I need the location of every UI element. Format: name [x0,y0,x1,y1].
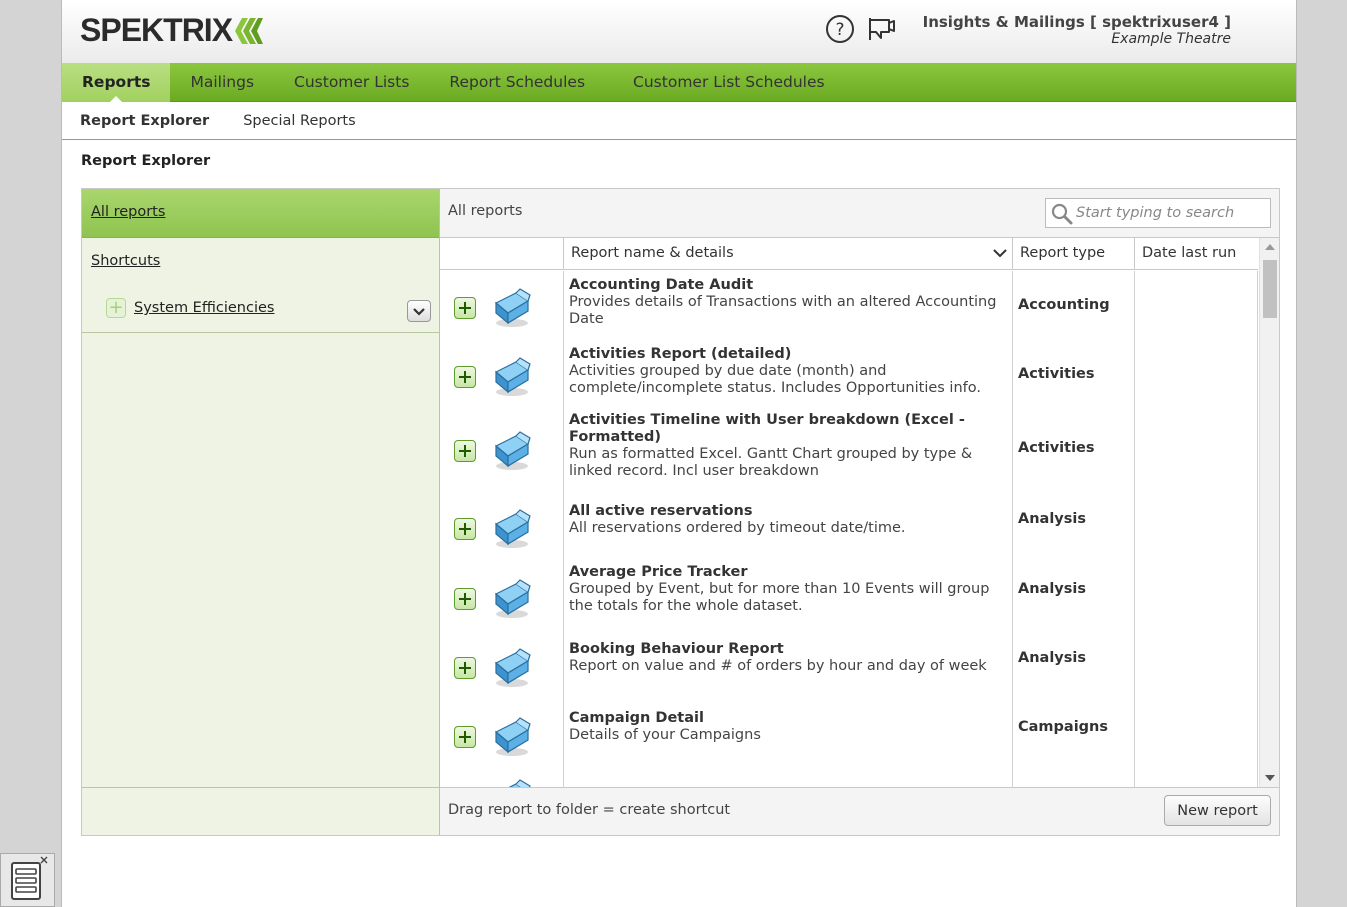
expand-folder-icon[interactable]: + [106,298,126,318]
column-report-name-label: Report name & details [571,245,734,261]
report-description: Run as formatted Excel. Gantt Chart grou… [569,446,973,479]
folder-menu-button[interactable] [407,300,431,322]
report-type: Analysis [1018,650,1086,666]
all-reports-link[interactable]: All reports [91,204,165,220]
report-icon[interactable] [490,645,534,689]
announcement-icon[interactable] [867,14,897,44]
page-title: Report Explorer [81,153,211,169]
report-icon[interactable] [490,576,534,620]
table-header: Report name & details Report type Date l… [440,238,1258,270]
report-name[interactable]: All active reservations [569,503,1007,520]
subtab-special-reports[interactable]: Special Reports [226,113,372,129]
spektrix-logo[interactable]: SPEKTRIX [80,12,264,49]
scrollbar-thumb[interactable] [1263,260,1277,318]
report-description: Details of your Campaigns [569,727,761,743]
all-reports-folder[interactable]: All reports [82,189,439,238]
tab-reports[interactable]: Reports [62,62,171,103]
tab-mailings[interactable]: Mailings [170,63,274,102]
add-shortcut-button[interactable] [454,440,476,462]
table-row[interactable]: Accounting Date Audit Provides details o… [440,275,1258,339]
report-type: Analysis [1018,511,1086,527]
report-name[interactable]: Campaign Detail [569,710,1007,727]
report-name[interactable]: Accounting Date Audit [569,277,1007,294]
app-page: SPEKTRIX ? Insights & Mailings [ spektri… [61,0,1297,907]
column-report-type[interactable]: Report type [1012,238,1134,270]
add-shortcut-button[interactable] [454,588,476,610]
report-name[interactable]: Booking Behaviour Report [569,641,1007,658]
reports-pane-header: All reports [440,189,1279,238]
table-row[interactable]: Activities Timeline with User breakdown … [440,410,1258,490]
tab-customer-lists[interactable]: Customer Lists [274,63,429,102]
svg-text:?: ? [835,20,844,40]
folder-label[interactable]: System Efficiencies [134,300,274,316]
report-list-scrollbar[interactable] [1259,238,1279,787]
reports-pane-title: All reports [448,203,523,219]
report-icon[interactable] [490,285,534,329]
report-description: Activities grouped by due date (month) a… [569,363,981,396]
tab-customer-list-schedules[interactable]: Customer List Schedules [609,63,845,102]
table-row[interactable] [440,771,1258,787]
logo-chevrons-icon [233,17,264,44]
shortcuts-link[interactable]: Shortcuts [91,253,160,269]
report-type: Analysis [1018,581,1086,597]
add-shortcut-button[interactable] [454,518,476,540]
report-description: Report on value and # of orders by hour … [569,658,987,674]
report-type: Activities [1018,366,1095,382]
table-row[interactable]: Average Price Tracker Grouped by Event, … [440,562,1258,626]
organisation-name: Example Theatre [1111,31,1231,47]
report-list: Accounting Date Audit Provides details o… [440,271,1258,787]
report-icon[interactable] [490,776,534,787]
add-shortcut-button[interactable] [454,657,476,679]
table-row[interactable]: Booking Behaviour Report Report on value… [440,639,1258,693]
main-nav: Reports Mailings Customer Lists Report S… [62,62,1296,103]
app-header: SPEKTRIX ? Insights & Mailings [ spektri… [62,0,1296,63]
folder-pane: All reports Shortcuts + System Efficienc… [82,189,440,835]
report-type: Activities [1018,440,1095,456]
report-description: All reservations ordered by timeout date… [569,520,906,536]
add-shortcut-button[interactable] [454,297,476,319]
column-date-last-run[interactable]: Date last run [1134,238,1258,270]
subtab-report-explorer[interactable]: Report Explorer [62,113,226,129]
report-explorer-panel: All reports Shortcuts + System Efficienc… [81,188,1280,836]
chevron-down-icon[interactable] [992,247,1008,259]
shortcuts-section: Shortcuts + System Efficiencies [82,238,439,333]
sub-nav: Report Explorer Special Reports [62,102,1296,140]
folder-pane-footer [82,787,439,835]
search-input[interactable] [1076,203,1266,223]
report-description: Grouped by Event, but for more than 10 E… [569,581,990,614]
report-name[interactable]: Average Price Tracker [569,564,1007,581]
report-icon[interactable] [490,506,534,550]
report-name[interactable]: Activities Report (detailed) [569,346,1007,363]
report-icon[interactable] [490,428,534,472]
logo-text: SPEKTRIX [80,12,233,48]
shortcuts-heading[interactable]: Shortcuts [82,238,439,269]
report-type: Accounting [1018,297,1110,313]
report-icon[interactable] [490,354,534,398]
reports-pane-footer: Drag report to folder = create shortcut … [440,787,1279,835]
list-panel-icon [11,856,48,900]
drag-hint: Drag report to folder = create shortcut [448,802,731,818]
new-report-button[interactable]: New report [1164,795,1271,826]
add-shortcut-button[interactable] [454,366,476,388]
report-icon[interactable] [490,714,534,758]
tab-report-schedules[interactable]: Report Schedules [429,63,609,102]
minimized-panel-widget[interactable] [0,853,55,907]
reports-pane: All reports Report name & details Rep [440,189,1279,835]
column-report-name[interactable]: Report name & details [563,238,1013,270]
chevron-down-icon [413,308,425,316]
scroll-down-icon[interactable] [1265,775,1275,781]
table-row[interactable]: All active reservations All reservations… [440,501,1258,555]
table-row[interactable]: Campaign Detail Details of your Campaign… [440,708,1258,762]
search-icon [1051,203,1073,225]
add-shortcut-button[interactable] [454,726,476,748]
table-row[interactable]: Activities Report (detailed) Activities … [440,344,1258,408]
report-type: Campaigns [1018,719,1109,735]
folder-system-efficiencies[interactable]: + System Efficiencies [106,298,274,318]
help-icon[interactable]: ? [825,14,855,44]
report-name[interactable]: Activities Timeline with User breakdown … [569,412,1007,446]
search-box[interactable] [1045,198,1271,228]
scroll-up-icon[interactable] [1265,244,1275,250]
report-description: Provides details of Transactions with an… [569,294,997,327]
user-context[interactable]: Insights & Mailings [ spektrixuser4 ] [923,13,1231,31]
